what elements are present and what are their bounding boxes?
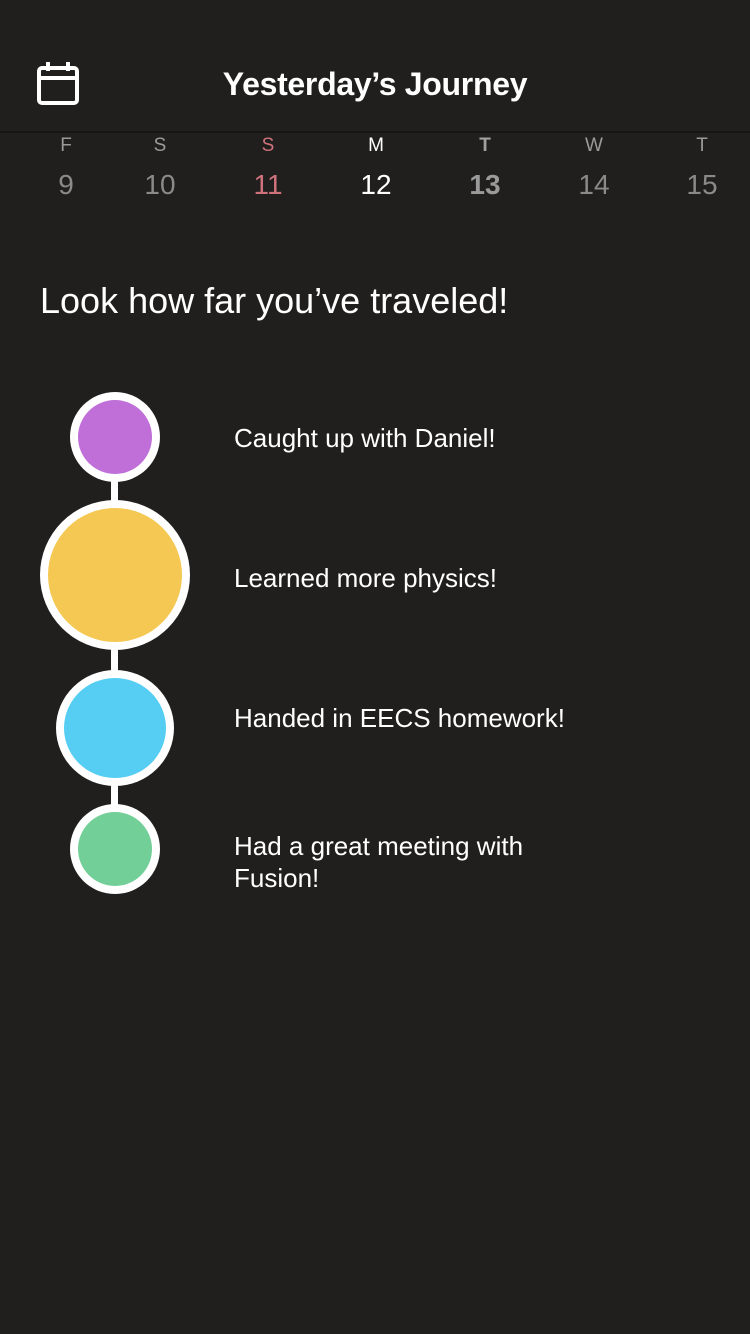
day-letter: S: [261, 135, 275, 156]
day-number: 15: [686, 169, 718, 200]
event-bubble-fill: [78, 812, 152, 886]
day-number: 13: [469, 169, 501, 200]
day-letter: F: [60, 135, 72, 156]
day-number: 9: [58, 169, 74, 200]
day-sat-10[interactable]: S 10: [120, 133, 200, 201]
event-label-4: Had a great meeting with Fusion!: [234, 831, 524, 893]
day-letter: T: [696, 135, 708, 156]
event-bubble-4[interactable]: [70, 804, 160, 894]
day-number: 11: [253, 169, 283, 200]
event-bubble-fill: [48, 508, 182, 642]
day-sun-11[interactable]: S 11: [228, 133, 308, 201]
page-title: Yesterday’s Journey: [222, 66, 528, 102]
event-bubble-fill: [64, 678, 166, 778]
day-letter: W: [585, 135, 603, 156]
day-number: 14: [578, 169, 610, 200]
day-number: 10: [144, 169, 176, 200]
event-bubble-1[interactable]: [70, 392, 160, 482]
day-fri-9[interactable]: F 9: [26, 133, 106, 201]
day-wed-14[interactable]: W 14: [554, 133, 634, 201]
header-bar: Yesterday’s Journey: [0, 0, 750, 133]
event-bubble-2[interactable]: [40, 500, 190, 650]
day-tue-13[interactable]: T 13: [445, 133, 525, 201]
event-label-3: Handed in EECS homework!: [234, 703, 565, 733]
day-letter: T: [479, 135, 491, 156]
journey-headline: Look how far you’ve traveled!: [40, 280, 509, 321]
event-bubble-3[interactable]: [56, 670, 174, 786]
event-label-1: Caught up with Daniel!: [234, 423, 496, 453]
event-label-2: Learned more physics!: [234, 563, 498, 593]
week-strip: F 9 S 10 S 11 M 12 T 13 W 14 T 15: [0, 133, 750, 213]
day-letter: M: [368, 135, 384, 156]
day-number: 12: [360, 169, 392, 200]
day-letter: S: [153, 135, 167, 156]
event-bubble-fill: [78, 400, 152, 474]
day-mon-12[interactable]: M 12: [336, 133, 416, 201]
day-thu-15[interactable]: T 15: [662, 133, 742, 201]
